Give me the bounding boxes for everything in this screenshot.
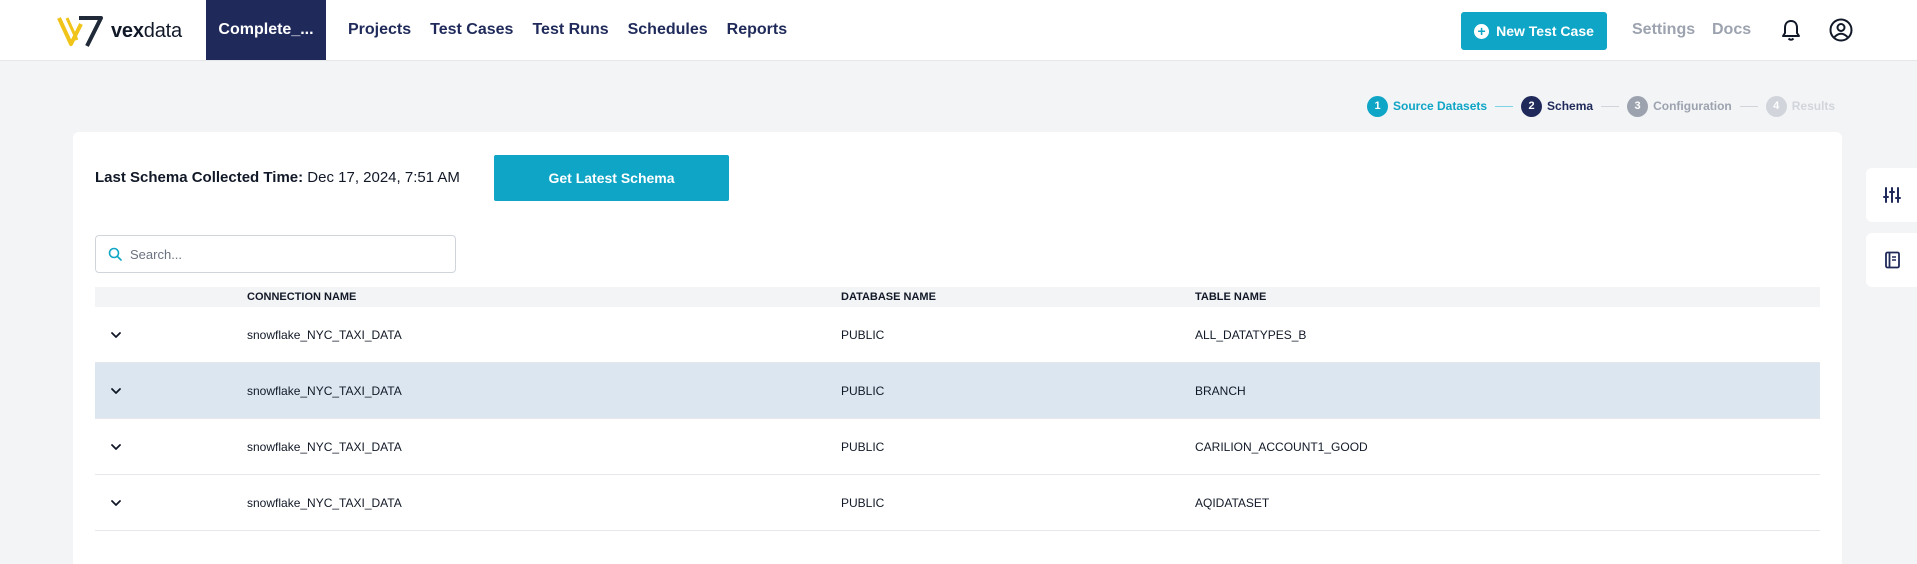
search-box — [95, 235, 456, 273]
column-header-table-name: TABLE NAME — [1195, 291, 1267, 303]
side-toolbar — [1866, 168, 1917, 298]
docs-link[interactable]: Docs — [1712, 21, 1751, 39]
table-name-cell: BRANCH — [1195, 383, 1246, 398]
wizard-stepper: 1 Source Datasets 2 Schema 3 Configurati… — [1367, 95, 1835, 117]
step-results: 4 Results — [1765, 95, 1836, 117]
vexdata-logo-icon — [57, 16, 103, 47]
expand-row-button[interactable] — [95, 443, 247, 451]
plus-circle-icon: + — [1474, 23, 1490, 39]
table-name-cell: ALL_DATATYPES_B — [1195, 327, 1307, 342]
settings-link[interactable]: Settings — [1632, 21, 1695, 39]
bell-icon[interactable] — [1781, 19, 1801, 41]
brand-name: vexdata — [111, 19, 182, 42]
get-latest-schema-label: Get Latest Schema — [548, 170, 675, 186]
table-row[interactable]: snowflake_NYC_TAXI_DATA PUBLIC AQIDATASE… — [95, 475, 1820, 531]
last-schema-collected-label: Last Schema Collected Time: — [95, 169, 304, 186]
expand-row-button[interactable] — [95, 387, 247, 395]
chevron-down-icon — [111, 443, 121, 450]
column-header-connection-name: CONNECTION NAME — [247, 291, 357, 303]
database-name-cell: PUBLIC — [841, 383, 885, 398]
step-configuration[interactable]: 3 Configuration — [1627, 95, 1732, 117]
step-source-datasets[interactable]: 1 Source Datasets — [1367, 95, 1488, 117]
notes-tool-button[interactable] — [1866, 233, 1917, 287]
step-label: Source Datasets — [1393, 99, 1488, 113]
current-project-label: Complete_... — [218, 21, 314, 38]
search-icon — [108, 247, 122, 261]
new-test-case-label: New Test Case — [1496, 23, 1594, 39]
nav-item-projects[interactable]: Projects — [348, 21, 411, 39]
schema-table: CONNECTION NAME DATABASE NAME TABLE NAME… — [95, 287, 1820, 531]
step-label: Results — [1791, 99, 1836, 113]
table-row[interactable]: snowflake_NYC_TAXI_DATA PUBLIC ALL_DATAT… — [95, 307, 1820, 363]
filters-tool-button[interactable] — [1866, 168, 1917, 222]
sliders-icon — [1882, 187, 1901, 203]
current-project-tab[interactable]: Complete_... — [206, 0, 326, 60]
top-navigation-bar: vexdata Complete_... Projects Test Cases… — [0, 0, 1917, 61]
database-name-cell: PUBLIC — [841, 439, 885, 454]
chevron-down-icon — [111, 331, 121, 338]
nav-item-reports[interactable]: Reports — [727, 21, 787, 39]
chevron-down-icon — [111, 387, 121, 394]
get-latest-schema-button[interactable]: Get Latest Schema — [494, 155, 729, 201]
step-number: 2 — [1521, 95, 1543, 117]
chevron-down-icon — [111, 499, 121, 506]
table-row[interactable]: snowflake_NYC_TAXI_DATA PUBLIC CARILION_… — [95, 419, 1820, 475]
database-name-cell: PUBLIC — [841, 327, 885, 342]
step-number: 3 — [1627, 95, 1649, 117]
step-label: Configuration — [1653, 99, 1732, 113]
connection-name-cell: snowflake_NYC_TAXI_DATA — [247, 495, 402, 510]
brand-logo[interactable]: vexdata — [57, 14, 182, 48]
expand-row-button[interactable] — [95, 331, 247, 339]
connection-name-cell: snowflake_NYC_TAXI_DATA — [247, 383, 402, 398]
table-name-cell: CARILION_ACCOUNT1_GOOD — [1195, 439, 1368, 454]
step-number: 4 — [1765, 95, 1787, 117]
last-schema-collected-value: Dec 17, 2024, 7:51 AM — [307, 169, 460, 186]
column-header-database-name: DATABASE NAME — [841, 291, 936, 303]
nav-item-schedules[interactable]: Schedules — [628, 21, 708, 39]
table-row[interactable]: snowflake_NYC_TAXI_DATA PUBLIC BRANCH — [95, 363, 1820, 419]
connection-name-cell: snowflake_NYC_TAXI_DATA — [247, 439, 402, 454]
step-number: 1 — [1367, 95, 1388, 117]
step-schema[interactable]: 2 Schema — [1521, 95, 1594, 117]
table-header: CONNECTION NAME DATABASE NAME TABLE NAME — [95, 287, 1820, 307]
last-schema-collected: Last Schema Collected Time: Dec 17, 2024… — [95, 169, 460, 186]
step-connector — [1739, 105, 1758, 107]
new-test-case-button[interactable]: + New Test Case — [1461, 12, 1607, 50]
step-label: Schema — [1547, 99, 1594, 113]
expand-row-button[interactable] — [95, 499, 247, 507]
user-account-icon[interactable] — [1829, 18, 1853, 42]
notebook-icon — [1884, 251, 1900, 269]
step-connector — [1495, 105, 1514, 107]
schema-card: Last Schema Collected Time: Dec 17, 2024… — [73, 132, 1842, 564]
step-connector — [1601, 105, 1620, 107]
nav-item-test-runs[interactable]: Test Runs — [532, 21, 608, 39]
search-input[interactable] — [130, 246, 440, 262]
database-name-cell: PUBLIC — [841, 495, 885, 510]
table-name-cell: AQIDATASET — [1195, 495, 1270, 510]
nav-item-test-cases[interactable]: Test Cases — [430, 21, 513, 39]
main-nav: Projects Test Cases Test Runs Schedules … — [348, 0, 787, 60]
connection-name-cell: snowflake_NYC_TAXI_DATA — [247, 327, 402, 342]
